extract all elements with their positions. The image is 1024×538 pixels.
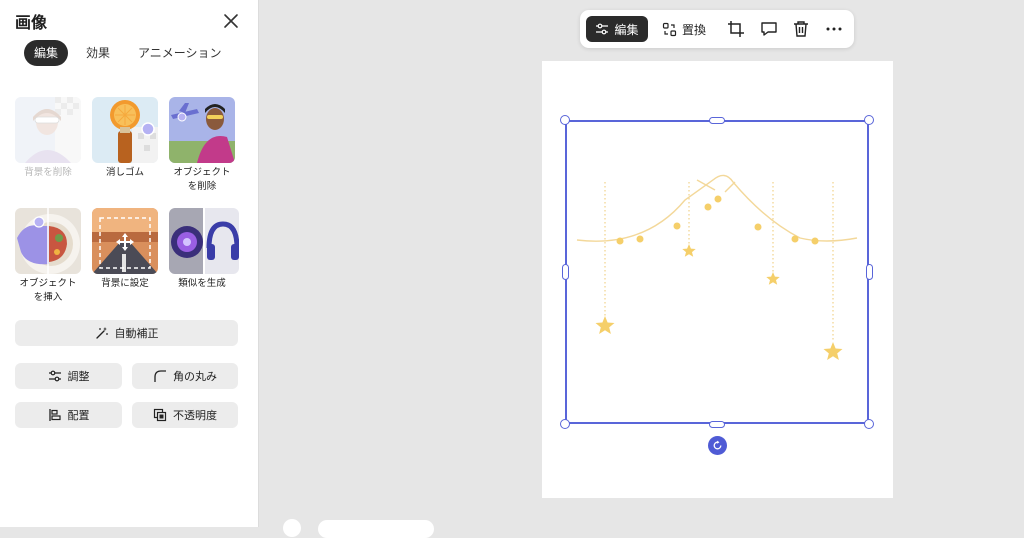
resize-handle-top-left[interactable] bbox=[560, 115, 570, 125]
tool-remove-object[interactable]: オブジェクト を削除 bbox=[169, 97, 235, 194]
tool-insert-object[interactable]: オブジェクト を挿入 bbox=[15, 208, 81, 305]
selection-box bbox=[565, 120, 869, 424]
comment-icon[interactable] bbox=[760, 20, 778, 38]
tool-label: 類似を生成 bbox=[178, 278, 226, 289]
eraser-thumbnail bbox=[92, 97, 158, 163]
rotate-icon bbox=[713, 440, 722, 450]
panel-title: 画像 bbox=[15, 13, 48, 32]
bottom-bar[interactable] bbox=[318, 520, 434, 538]
round-corners-button[interactable]: 角の丸み bbox=[132, 363, 238, 389]
crop-icon[interactable] bbox=[727, 20, 745, 38]
auto-enhance-label: 自動補正 bbox=[114, 327, 159, 340]
resize-handle-bottom-right[interactable] bbox=[864, 419, 874, 429]
sliders-icon bbox=[48, 370, 61, 382]
resize-handle-left[interactable] bbox=[562, 264, 569, 280]
tab-animation[interactable]: アニメーション bbox=[128, 40, 232, 66]
bottom-control[interactable] bbox=[283, 519, 301, 537]
corner-radius-icon bbox=[154, 370, 166, 382]
set-background-thumbnail bbox=[92, 208, 158, 274]
tool-label: 背景を削除 bbox=[24, 167, 72, 178]
remove-object-thumbnail bbox=[169, 97, 235, 163]
remove-background-thumbnail bbox=[15, 97, 81, 163]
tool-remove-background[interactable]: 背景を削除 bbox=[15, 97, 81, 180]
adjust-button[interactable]: 調整 bbox=[15, 363, 122, 389]
insert-object-thumbnail bbox=[15, 208, 81, 274]
tab-edit[interactable]: 編集 bbox=[24, 40, 69, 66]
edit-button[interactable]: 編集 bbox=[586, 16, 648, 42]
resize-handle-top-right[interactable] bbox=[864, 115, 874, 125]
resize-handle-right[interactable] bbox=[866, 264, 873, 280]
floating-toolbar: 編集 置換 bbox=[580, 10, 854, 48]
tool-label: オブジェクト を挿入 bbox=[19, 278, 77, 303]
generate-similar-thumbnail bbox=[169, 208, 239, 274]
resize-handle-bottom-left[interactable] bbox=[560, 419, 570, 429]
tool-set-as-background[interactable]: 背景に設定 bbox=[92, 208, 158, 291]
round-corners-label: 角の丸み bbox=[173, 370, 217, 383]
resize-handle-top[interactable] bbox=[709, 117, 725, 124]
opacity-label: 不透明度 bbox=[173, 409, 217, 422]
tool-label: 背景に設定 bbox=[101, 278, 149, 289]
tab-effects[interactable]: 効果 bbox=[76, 40, 120, 66]
replace-label: 置換 bbox=[682, 22, 707, 37]
opacity-icon bbox=[153, 408, 167, 422]
tool-generate-similar[interactable]: 類似を生成 bbox=[169, 208, 239, 291]
more-icon[interactable] bbox=[825, 20, 843, 38]
replace-icon bbox=[662, 22, 677, 36]
resize-handle-bottom[interactable] bbox=[709, 421, 725, 428]
trash-icon[interactable] bbox=[792, 20, 810, 38]
tool-eraser[interactable]: 消しゴム bbox=[92, 97, 158, 180]
panel-tabs: 編集 効果 アニメーション bbox=[24, 40, 240, 66]
arrange-label: 配置 bbox=[67, 409, 90, 422]
tool-label: 消しゴム bbox=[105, 167, 144, 178]
opacity-button[interactable]: 不透明度 bbox=[132, 402, 238, 428]
image-edit-panel: 画像 編集 効果 アニメーション 背景を削除 消しゴム オブジェクト を削除 オ… bbox=[0, 0, 258, 527]
align-icon bbox=[48, 409, 61, 421]
rotate-button[interactable] bbox=[708, 436, 727, 455]
arrange-button[interactable]: 配置 bbox=[15, 402, 122, 428]
replace-button[interactable]: 置換 bbox=[662, 16, 706, 42]
tool-label: オブジェクト を削除 bbox=[173, 167, 231, 192]
close-icon[interactable] bbox=[222, 12, 240, 30]
sliders-icon bbox=[596, 23, 609, 35]
magic-wand-icon bbox=[95, 327, 108, 339]
edit-label: 編集 bbox=[614, 22, 639, 37]
adjust-label: 調整 bbox=[67, 370, 90, 383]
auto-enhance-button[interactable]: 自動補正 bbox=[15, 320, 238, 346]
